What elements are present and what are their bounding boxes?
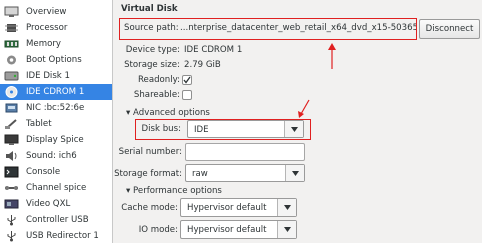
shareable-checkbox[interactable] bbox=[182, 90, 192, 100]
device-type-value: IDE CDROM 1 bbox=[184, 45, 243, 55]
sidebar-item-memory[interactable]: Memory bbox=[0, 36, 112, 52]
storage-size-label: Storage size: bbox=[124, 60, 180, 70]
sidebar-item-controller-usb[interactable]: Controller USB bbox=[0, 212, 112, 228]
readonly-label: Readonly: bbox=[137, 75, 180, 85]
sidebar-item-label: Tablet bbox=[26, 119, 52, 129]
memory-icon bbox=[4, 38, 19, 50]
annotation-arrow-up bbox=[328, 43, 336, 69]
disk-bus-label: Disk bus: bbox=[141, 124, 181, 134]
io-mode-label: IO mode: bbox=[138, 225, 178, 235]
disk-icon bbox=[4, 70, 19, 82]
dropdown-arrow-icon bbox=[277, 199, 296, 216]
gear-icon bbox=[4, 54, 19, 66]
sidebar-item-ide-cdrom-1[interactable]: IDE CDROM 1 bbox=[0, 84, 112, 100]
monitor-icon bbox=[4, 6, 19, 18]
serial-number-label: Serial number: bbox=[118, 147, 182, 157]
network-icon bbox=[4, 102, 19, 114]
sidebar-item-label: Processor bbox=[26, 23, 68, 33]
sidebar-item-label: IDE CDROM 1 bbox=[26, 87, 85, 97]
sidebar-item-display-spice[interactable]: Display Spice bbox=[0, 132, 112, 148]
sidebar-item-label: Boot Options bbox=[26, 55, 82, 65]
advanced-options-label: Advanced options bbox=[133, 108, 210, 118]
sidebar-item-label: Overview bbox=[26, 7, 67, 17]
performance-options-label: Performance options bbox=[133, 186, 222, 196]
serial-number-input[interactable] bbox=[185, 143, 305, 161]
readonly-checkbox[interactable] bbox=[182, 75, 192, 85]
sidebar-item-label: Channel spice bbox=[26, 183, 87, 193]
shareable-label: Shareable: bbox=[133, 90, 180, 100]
sound-icon bbox=[4, 150, 19, 162]
advanced-options-expander[interactable]: ▾ Advanced options bbox=[126, 108, 210, 118]
processor-icon bbox=[4, 22, 19, 34]
hardware-list: Overview Processor Memory Boot Options I… bbox=[0, 0, 113, 243]
cache-mode-select[interactable]: Hypervisor default bbox=[180, 198, 297, 217]
expander-triangle-icon: ▾ bbox=[126, 186, 134, 196]
sidebar-item-nic[interactable]: NIC :bc:52:6e bbox=[0, 100, 112, 116]
disconnect-button[interactable]: Disconnect bbox=[419, 19, 480, 39]
sidebar-item-label: Controller USB bbox=[26, 215, 89, 225]
usb-icon bbox=[4, 230, 19, 242]
sidebar-item-label: Console bbox=[26, 167, 61, 177]
sidebar-item-sound[interactable]: Sound: ich6 bbox=[0, 148, 112, 164]
annotation-arrow-down bbox=[298, 99, 310, 118]
storage-size-value: 2.79 GiB bbox=[184, 60, 221, 70]
io-mode-value: Hypervisor default bbox=[187, 225, 267, 235]
sidebar-item-tablet[interactable]: Tablet bbox=[0, 116, 112, 132]
video-icon bbox=[4, 198, 19, 210]
dropdown-arrow-icon bbox=[284, 121, 303, 137]
source-path-value: ...nterprise_datacenter_web_retail_x64_d… bbox=[180, 23, 416, 33]
sidebar-item-usb-redirector-1[interactable]: USB Redirector 1 bbox=[0, 228, 112, 243]
sidebar-item-label: Display Spice bbox=[26, 135, 84, 145]
io-mode-select[interactable]: Hypervisor default bbox=[180, 220, 297, 239]
storage-format-combo[interactable]: raw bbox=[185, 164, 305, 182]
sidebar-item-video-qxl[interactable]: Video QXL bbox=[0, 196, 112, 212]
storage-format-value[interactable]: raw bbox=[192, 165, 208, 183]
checkmark-icon bbox=[183, 76, 191, 84]
device-type-label: Device type: bbox=[125, 45, 180, 55]
storage-format-label: Storage format: bbox=[114, 169, 182, 179]
performance-options-expander[interactable]: ▾ Performance options bbox=[126, 186, 222, 196]
sidebar-item-overview[interactable]: Overview bbox=[0, 4, 112, 20]
section-title-virtual-disk: Virtual Disk bbox=[121, 4, 178, 14]
sidebar-item-label: Sound: ich6 bbox=[26, 151, 77, 161]
console-icon bbox=[4, 166, 19, 178]
sidebar-item-label: Memory bbox=[26, 39, 61, 49]
sidebar-item-ide-disk-1[interactable]: IDE Disk 1 bbox=[0, 68, 112, 84]
sidebar-item-boot-options[interactable]: Boot Options bbox=[0, 52, 112, 68]
display-icon bbox=[4, 134, 19, 146]
details-panel: Virtual Disk Source path: ...nterprise_d… bbox=[114, 0, 482, 243]
sidebar-item-label: Video QXL bbox=[26, 199, 71, 209]
expander-triangle-icon: ▾ bbox=[126, 108, 134, 118]
cache-mode-value: Hypervisor default bbox=[187, 203, 267, 213]
source-path-label: Source path: bbox=[124, 23, 179, 33]
cache-mode-label: Cache mode: bbox=[121, 203, 178, 213]
cdrom-icon bbox=[4, 86, 19, 98]
sidebar-item-console[interactable]: Console bbox=[0, 164, 112, 180]
usb-icon bbox=[4, 214, 19, 226]
sidebar-item-label: NIC :bc:52:6e bbox=[26, 103, 85, 113]
sidebar-item-label: IDE Disk 1 bbox=[26, 71, 70, 81]
sidebar-item-processor[interactable]: Processor bbox=[0, 20, 112, 36]
channel-icon bbox=[4, 182, 19, 194]
disk-bus-select[interactable]: IDE bbox=[187, 120, 304, 138]
disk-bus-value: IDE bbox=[194, 125, 209, 135]
tablet-icon bbox=[4, 118, 19, 130]
sidebar-item-channel-spice[interactable]: Channel spice bbox=[0, 180, 112, 196]
dropdown-arrow-icon bbox=[277, 221, 296, 238]
sidebar-item-label: USB Redirector 1 bbox=[26, 231, 99, 241]
dropdown-arrow-icon bbox=[285, 165, 304, 181]
